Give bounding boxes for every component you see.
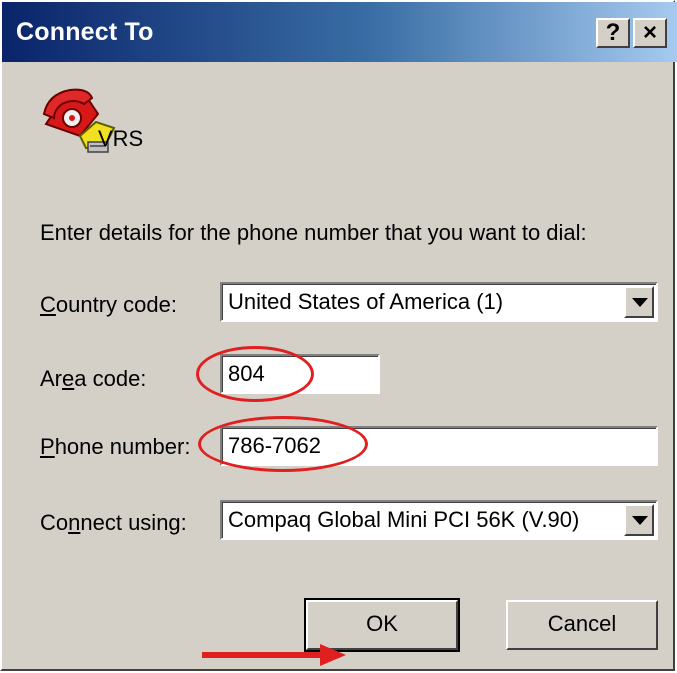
country-code-label: Country code:	[40, 292, 177, 317]
phone-number-label: Phone number:	[40, 434, 191, 459]
connect-using-label: Connect using:	[40, 510, 187, 535]
country-dropdown-button[interactable]	[624, 286, 654, 318]
area-code-label: Area code:	[40, 366, 147, 391]
connect-using-select[interactable]: Compaq Global Mini PCI 56K (V.90)	[220, 500, 658, 540]
arrow-icon	[202, 644, 346, 666]
connect-to-dialog: Connect To ? × VRS Enter details for the…	[0, 0, 677, 671]
connect-using-value: Compaq Global Mini PCI 56K (V.90)	[228, 507, 580, 532]
chevron-down-icon	[632, 516, 648, 525]
chevron-down-icon	[632, 298, 648, 307]
window-title: Connect To	[16, 18, 154, 46]
instructions-text: Enter details for the phone number that …	[40, 220, 587, 245]
phone-number-input[interactable]: 786-7062	[220, 426, 658, 466]
help-button[interactable]: ?	[596, 18, 630, 48]
close-button[interactable]: ×	[633, 18, 667, 48]
title-bar[interactable]: Connect To ? ×	[2, 2, 677, 62]
country-code-value: United States of America (1)	[228, 289, 504, 314]
cancel-button[interactable]: Cancel	[506, 600, 658, 650]
connect-dropdown-button[interactable]	[624, 504, 654, 536]
area-code-input[interactable]: 804	[220, 354, 380, 394]
connection-name: VRS	[98, 126, 144, 151]
country-code-select[interactable]: United States of America (1)	[220, 282, 658, 322]
